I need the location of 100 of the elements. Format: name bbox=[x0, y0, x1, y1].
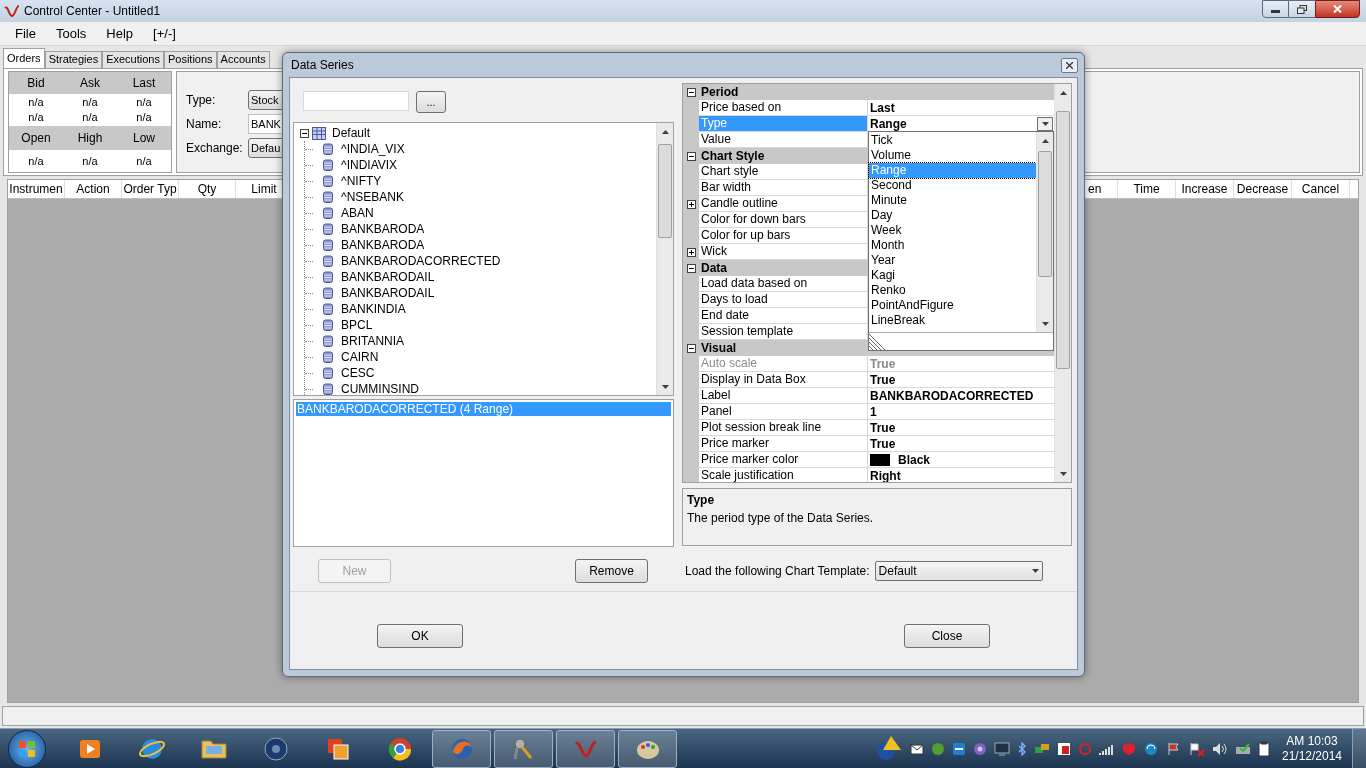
tree-item[interactable]: ^NSEBANK bbox=[341, 191, 404, 203]
scroll-up-icon[interactable] bbox=[1041, 138, 1049, 143]
bluetooth-icon[interactable] bbox=[1017, 741, 1027, 756]
close-window-button[interactable] bbox=[1315, 0, 1360, 18]
property-name[interactable]: Value bbox=[699, 132, 868, 148]
remove-button[interactable]: Remove bbox=[575, 559, 648, 583]
menu-item[interactable]: Help bbox=[99, 23, 141, 44]
expand-icon[interactable] bbox=[686, 247, 696, 257]
scroll-down-icon[interactable] bbox=[1059, 471, 1067, 476]
tree-item[interactable]: BANKBARODAIL bbox=[341, 271, 435, 283]
resize-grip-icon[interactable] bbox=[869, 334, 885, 350]
scroll-up-icon[interactable] bbox=[661, 129, 669, 134]
property-name[interactable]: Price marker bbox=[699, 436, 868, 452]
tree-item[interactable]: CUMMINSIND bbox=[341, 383, 419, 395]
dropdown-option[interactable]: Renko bbox=[869, 283, 1036, 298]
scrollbar[interactable] bbox=[1036, 132, 1053, 332]
tab[interactable]: Strategies bbox=[44, 51, 103, 68]
scrollbar[interactable] bbox=[656, 123, 673, 395]
dropdown-option[interactable]: Volume bbox=[869, 148, 1036, 163]
scrollbar-thumb[interactable] bbox=[658, 144, 672, 238]
dropdown-option[interactable]: Minute bbox=[869, 193, 1036, 208]
maximize-button[interactable] bbox=[1289, 0, 1315, 18]
tree-item[interactable]: BANKINDIA bbox=[341, 303, 406, 315]
collapse-icon[interactable] bbox=[300, 128, 309, 138]
scroll-up-icon[interactable] bbox=[1059, 90, 1067, 95]
property-name[interactable]: Scale justification bbox=[699, 468, 868, 482]
property-name[interactable]: Price marker color bbox=[699, 452, 868, 468]
close-button[interactable] bbox=[1061, 57, 1078, 73]
close-dialog-button[interactable]: Close bbox=[904, 623, 990, 648]
tree-item[interactable]: Default bbox=[329, 127, 371, 139]
help-warning-icon[interactable] bbox=[875, 735, 903, 762]
monitor-icon[interactable] bbox=[994, 741, 1010, 756]
dropdown-option[interactable]: Day bbox=[869, 208, 1036, 223]
property-name[interactable]: End date bbox=[699, 308, 868, 324]
tab[interactable]: Orders bbox=[3, 48, 45, 68]
tree-item[interactable]: ABAN bbox=[341, 207, 374, 219]
property-name[interactable]: Price based on bbox=[699, 100, 868, 116]
flag-error-icon[interactable] bbox=[1189, 741, 1205, 756]
property-name[interactable]: Color for up bars bbox=[699, 228, 868, 244]
tab[interactable]: Accounts bbox=[216, 51, 270, 68]
property-name[interactable]: Wick bbox=[699, 244, 868, 260]
drive-check-icon[interactable] bbox=[1235, 741, 1251, 756]
collapse-icon[interactable] bbox=[686, 263, 696, 273]
collapse-icon[interactable] bbox=[686, 343, 696, 353]
template-dropdown[interactable]: Default bbox=[874, 561, 1043, 581]
property-name[interactable]: Session template bbox=[699, 324, 868, 340]
scrollbar-thumb[interactable] bbox=[1056, 111, 1070, 369]
menu-item[interactable]: [+/-] bbox=[146, 23, 183, 44]
property-name[interactable]: Bar width bbox=[699, 180, 868, 196]
tree-item[interactable]: CAIRN bbox=[341, 351, 379, 363]
dropdown-arrow-icon[interactable] bbox=[1041, 121, 1049, 126]
dropdown-option[interactable]: Week bbox=[869, 223, 1036, 238]
property-name[interactable]: Display in Data Box bbox=[699, 372, 868, 388]
dropdown-option[interactable]: LineBreak bbox=[869, 313, 1036, 328]
property-name[interactable]: Candle outline bbox=[699, 196, 868, 212]
tree-item[interactable]: ^INDIA_VIX bbox=[341, 143, 405, 155]
menu-item[interactable]: Tools bbox=[48, 23, 94, 44]
envelope-icon[interactable] bbox=[910, 741, 924, 756]
menu-item[interactable]: File bbox=[8, 23, 43, 44]
tree-item[interactable]: BANKBARODA bbox=[341, 223, 425, 235]
scrollbar[interactable] bbox=[1054, 84, 1071, 482]
property-name[interactable]: Label bbox=[699, 388, 868, 404]
dropdown-option[interactable]: Tick bbox=[869, 133, 1036, 148]
search-field[interactable] bbox=[303, 91, 409, 111]
flag-icon[interactable] bbox=[1166, 741, 1182, 756]
dropdown-arrow-icon[interactable] bbox=[1031, 569, 1039, 573]
property-name[interactable]: Color for down bars bbox=[699, 212, 868, 228]
collapse-icon[interactable] bbox=[686, 87, 696, 97]
dropdown-option[interactable]: Second bbox=[869, 178, 1036, 193]
browse-button[interactable]: ... bbox=[416, 91, 446, 113]
minimize-button[interactable] bbox=[1262, 0, 1289, 18]
tree-item[interactable]: BANKBARODACORRECTED bbox=[341, 255, 501, 267]
scroll-down-icon[interactable] bbox=[1041, 321, 1049, 326]
property-name[interactable]: Plot session break line bbox=[699, 420, 868, 436]
tree-item[interactable]: BANKBARODA bbox=[341, 239, 425, 251]
tree-item[interactable]: CESC bbox=[341, 367, 375, 379]
property-name[interactable]: Days to load bbox=[699, 292, 868, 308]
tree-item[interactable]: ^NIFTY bbox=[341, 175, 382, 187]
dropdown-button[interactable] bbox=[1037, 116, 1053, 131]
scrollbar-thumb[interactable] bbox=[1038, 151, 1052, 277]
tree-item[interactable]: BPCL bbox=[341, 319, 373, 331]
dropdown-option[interactable]: PointAndFigure bbox=[869, 298, 1036, 313]
tab[interactable]: Executions bbox=[102, 51, 164, 68]
card-icon[interactable] bbox=[1057, 741, 1071, 756]
tab[interactable]: Positions bbox=[163, 51, 217, 68]
property-name[interactable]: Panel bbox=[699, 404, 868, 420]
ok-button[interactable]: OK bbox=[377, 623, 463, 648]
show-desktop-button[interactable] bbox=[1352, 728, 1366, 768]
speaker-icon[interactable] bbox=[1212, 741, 1228, 756]
dropdown-option[interactable]: Month bbox=[869, 238, 1036, 253]
dropdown-option[interactable]: Kagi bbox=[869, 268, 1036, 283]
tree-item[interactable]: BRITANNIA bbox=[341, 335, 405, 347]
tree-item[interactable]: ^INDIAVIX bbox=[341, 159, 398, 171]
expand-icon[interactable] bbox=[686, 199, 696, 209]
property-name[interactable]: Chart style bbox=[699, 164, 868, 180]
dropdown-option[interactable]: Year bbox=[869, 253, 1036, 268]
tree-item[interactable]: BANKBARODAIL bbox=[341, 287, 435, 299]
taskbar-button[interactable] bbox=[618, 729, 677, 768]
scroll-down-icon[interactable] bbox=[661, 384, 669, 389]
property-name[interactable]: Load data based on bbox=[699, 276, 868, 292]
